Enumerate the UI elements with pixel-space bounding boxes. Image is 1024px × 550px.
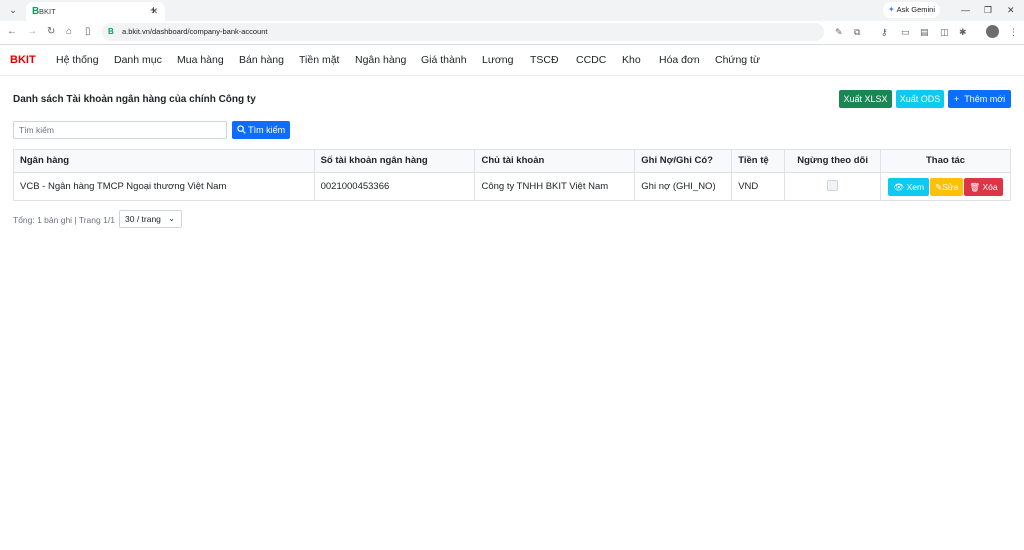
col-owner[interactable]: Chủ tài khoản bbox=[474, 149, 636, 173]
delete-label: Xóa bbox=[982, 181, 998, 192]
view-label: Xem bbox=[906, 181, 925, 192]
eye-icon: 👁 bbox=[893, 181, 905, 192]
edit-label: Sửa bbox=[942, 181, 959, 192]
window-close-icon[interactable]: ✕ bbox=[1007, 3, 1015, 17]
browser-menu-icon[interactable]: ⋮ bbox=[1009, 26, 1018, 38]
url-text: a.bkit.vn/dashboard/company-bank-account bbox=[122, 27, 268, 36]
search-input[interactable] bbox=[13, 121, 227, 139]
pagination-summary: Tổng: 1 bản ghi | Trang 1/1 bbox=[13, 215, 115, 225]
menu-ccdc[interactable]: CCDC bbox=[576, 54, 606, 67]
export-xlsx-button[interactable]: Xuất XLSX bbox=[839, 90, 892, 108]
payment-card-icon[interactable]: ▭ bbox=[901, 26, 910, 38]
address-bar[interactable]: B a.bkit.vn/dashboard/company-bank-accou… bbox=[102, 23, 824, 41]
menu-luong[interactable]: Lương bbox=[482, 54, 513, 67]
col-currency[interactable]: Tiền tệ bbox=[731, 149, 786, 173]
page-size-value: 30 / trang bbox=[125, 214, 161, 224]
delete-button[interactable]: 🗑 Xóa bbox=[964, 177, 1003, 196]
gemini-icon: ✦ bbox=[887, 5, 895, 14]
view-button[interactable]: 👁 Xem bbox=[888, 177, 930, 196]
password-key-icon[interactable]: ⚷ bbox=[881, 26, 888, 38]
menu-danh-muc[interactable]: Danh mục bbox=[114, 54, 162, 67]
table-header-row: Ngân hàng Số tài khoản ngân hàng Chủ tài… bbox=[13, 149, 1011, 173]
new-tab-icon[interactable]: + bbox=[150, 3, 157, 17]
col-inactive[interactable]: Ngừng theo dõi bbox=[784, 149, 882, 173]
reading-mode-icon[interactable]: ▤ bbox=[920, 26, 929, 38]
search-button-label: Tìm kiếm bbox=[248, 125, 286, 135]
tab-title: BKIT bbox=[39, 7, 56, 16]
menu-mua-hang[interactable]: Mua hàng bbox=[177, 54, 224, 67]
forward-icon[interactable]: → bbox=[27, 25, 37, 39]
cell-actions: 👁 Xem ✎Sửa 🗑 Xóa bbox=[880, 172, 1011, 201]
cell-bank: VCB - Ngân hàng TMCP Ngoại thương Việt N… bbox=[13, 172, 315, 201]
cell-account-number: 0021000453366 bbox=[313, 172, 476, 201]
app-navbar: BKIT Hệ thống Danh mục Mua hàng Bán hàng… bbox=[0, 45, 1024, 76]
edit-icon[interactable]: ✎ bbox=[835, 26, 843, 38]
ask-gemini-button[interactable]: ✦ Ask Gemini bbox=[883, 2, 940, 18]
minimize-icon[interactable]: — bbox=[961, 3, 970, 17]
menu-ngan-hang[interactable]: Ngân hàng bbox=[355, 54, 406, 67]
page-size-select[interactable]: 30 / trang ⌄ bbox=[119, 210, 182, 228]
site-info-icon[interactable]: B bbox=[108, 26, 114, 38]
col-debit-credit[interactable]: Ghi Nợ/Ghi Có? bbox=[634, 149, 733, 173]
add-new-label: Thêm mới bbox=[964, 94, 1006, 104]
gemini-label: Ask Gemini bbox=[896, 5, 936, 14]
add-new-button[interactable]: + Thêm mới bbox=[948, 90, 1011, 108]
browser-tabbar: ⌄ B BKIT ✕ + ✦ Ask Gemini — ❐ ✕ bbox=[0, 0, 1024, 21]
cell-currency: VND bbox=[731, 172, 786, 201]
table-row[interactable]: VCB - Ngân hàng TMCP Ngoại thương Việt N… bbox=[13, 172, 1011, 201]
menu-he-thong[interactable]: Hệ thống bbox=[56, 54, 99, 67]
browser-tab[interactable]: B BKIT ✕ bbox=[26, 2, 165, 21]
col-account-number[interactable]: Số tài khoản ngân hàng bbox=[313, 149, 476, 173]
side-panel-icon[interactable]: ▯ bbox=[85, 25, 91, 39]
menu-ban-hang[interactable]: Bán hàng bbox=[239, 54, 284, 67]
home-icon[interactable]: ⌂ bbox=[66, 25, 72, 39]
tab-search-chevron-icon[interactable]: ⌄ bbox=[5, 3, 21, 18]
cell-inactive bbox=[784, 172, 882, 201]
plus-icon: + bbox=[953, 94, 960, 104]
bank-account-table: Ngân hàng Số tài khoản ngân hàng Chủ tài… bbox=[13, 149, 1011, 201]
brand-logo[interactable]: BKIT bbox=[10, 54, 36, 67]
menu-kho[interactable]: Kho bbox=[622, 54, 641, 67]
menu-tscd[interactable]: TSCĐ bbox=[530, 54, 559, 67]
search-icon bbox=[237, 125, 246, 134]
cell-owner: Công ty TNHH BKIT Việt Nam bbox=[474, 172, 636, 201]
menu-tien-mat[interactable]: Tiền mặt bbox=[299, 54, 339, 67]
col-actions: Thao tác bbox=[880, 149, 1011, 173]
extensions-icon[interactable]: ⧉ bbox=[854, 26, 860, 38]
menu-gia-thanh[interactable]: Giá thành bbox=[421, 54, 467, 67]
menu-hoa-don[interactable]: Hóa đơn bbox=[659, 54, 700, 67]
export-ods-button[interactable]: Xuất ODS bbox=[896, 90, 944, 108]
browser-toolbar: ← → ↻ ⌂ ▯ B a.bkit.vn/dashboard/company-… bbox=[0, 21, 1024, 45]
col-bank[interactable]: Ngân hàng bbox=[13, 149, 315, 173]
maximize-icon[interactable]: ❐ bbox=[984, 3, 992, 17]
reload-icon[interactable]: ↻ bbox=[47, 25, 55, 39]
tab-layout-icon[interactable]: ◫ bbox=[940, 26, 949, 38]
page-title: Danh sách Tài khoản ngân hàng của chính … bbox=[13, 94, 256, 105]
edit-button[interactable]: ✎Sửa bbox=[930, 177, 964, 196]
back-icon[interactable]: ← bbox=[7, 25, 17, 39]
trash-icon: 🗑 bbox=[969, 181, 981, 192]
bug-icon[interactable]: ✱ bbox=[959, 26, 967, 38]
chevron-down-icon: ⌄ bbox=[168, 214, 175, 223]
menu-chung-tu[interactable]: Chứng từ bbox=[715, 54, 760, 67]
inactive-checkbox[interactable] bbox=[827, 180, 839, 192]
profile-avatar[interactable] bbox=[986, 25, 999, 38]
search-button[interactable]: Tìm kiếm bbox=[232, 121, 290, 139]
cell-debit-credit: Ghi nợ (GHI_NO) bbox=[634, 172, 733, 201]
